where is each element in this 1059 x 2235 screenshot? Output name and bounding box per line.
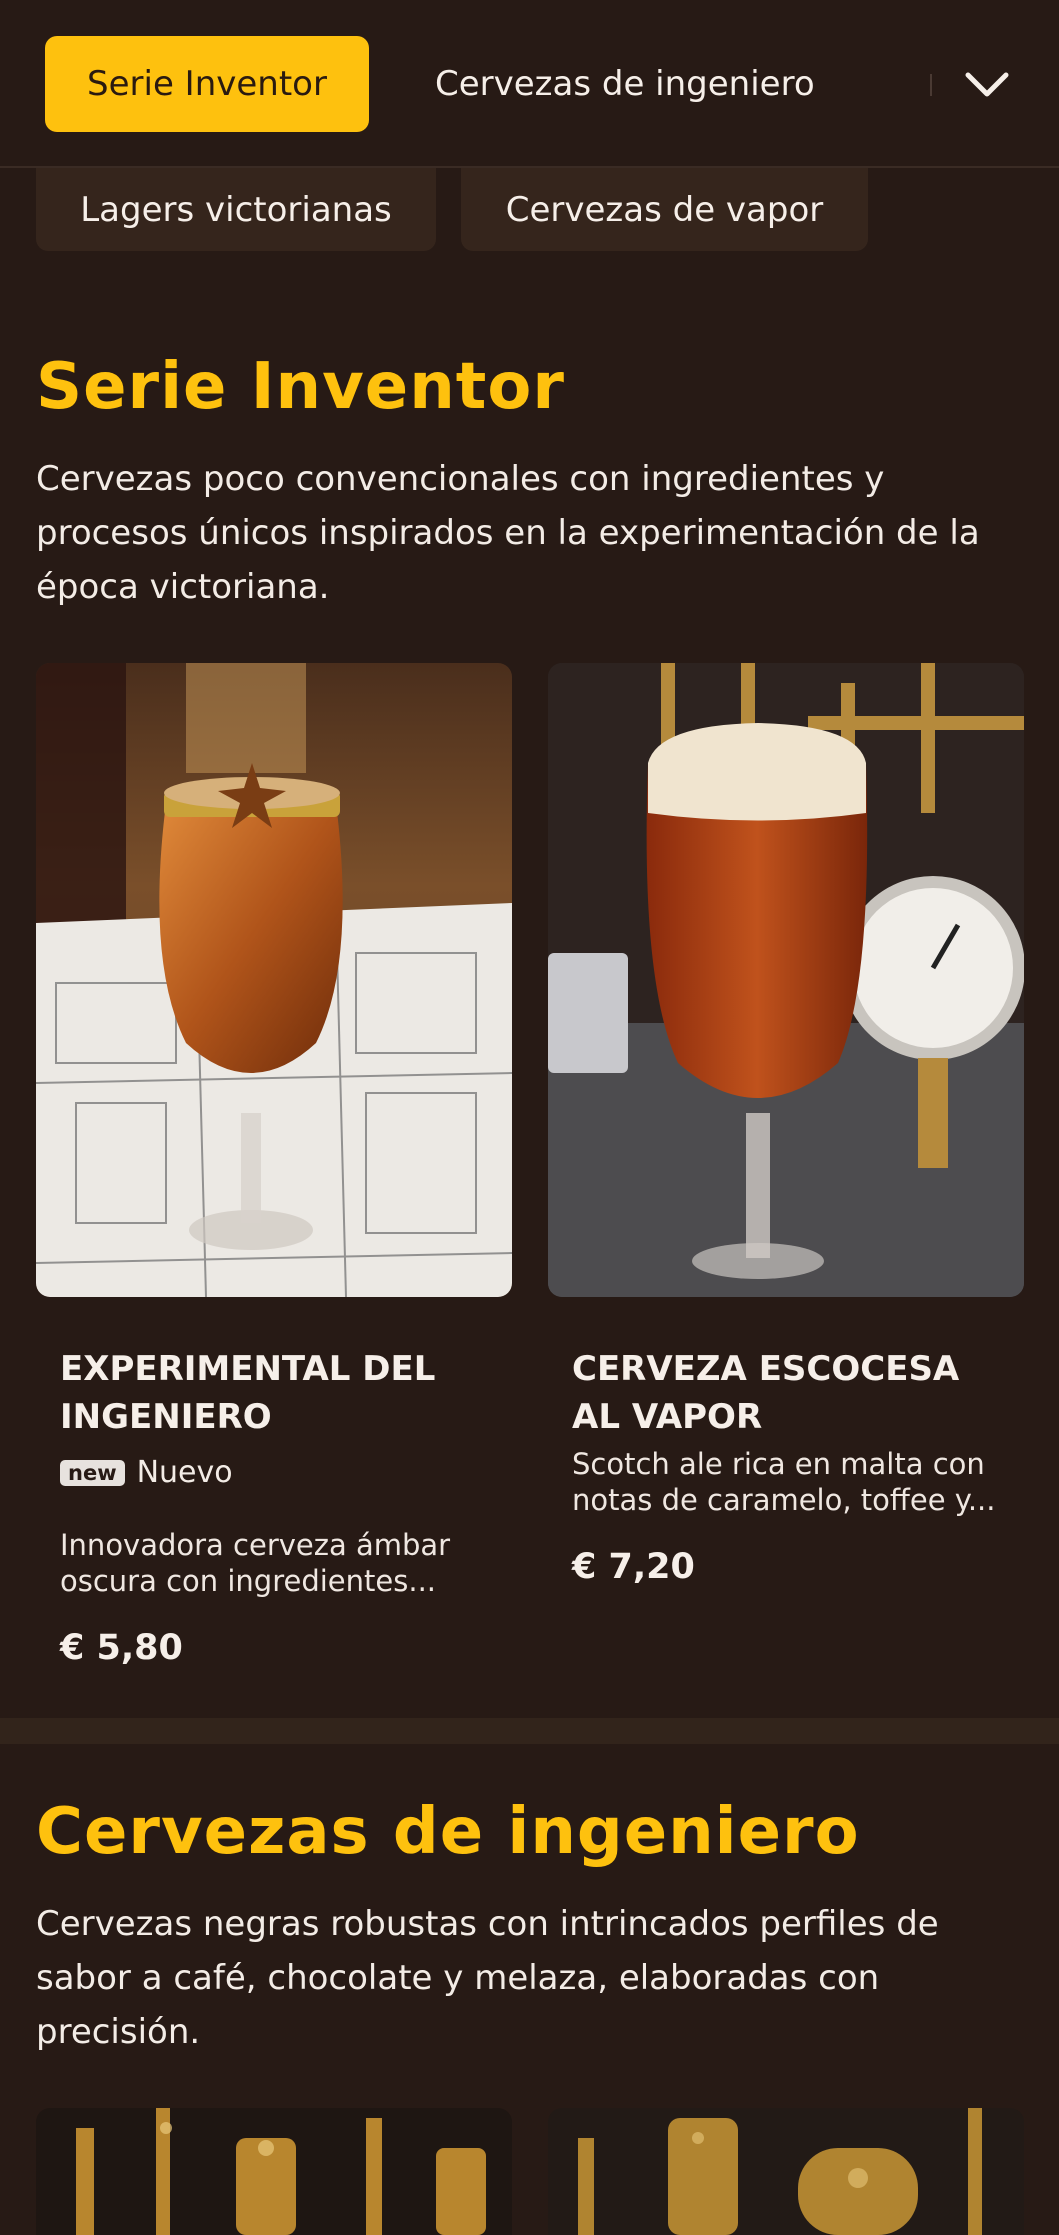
product-image-escocesa[interactable] [548,663,1024,1297]
chip-cervezas-de-vapor[interactable]: Cervezas de vapor [461,168,868,251]
product-image[interactable] [36,2108,512,2235]
new-badge-label: Nuevo [136,1455,233,1490]
new-badge-row: new Nuevo [60,1455,233,1490]
new-badge: new [60,1459,125,1486]
tab-cervezas-de-ingeniero[interactable]: Cervezas de ingeniero [435,36,815,132]
product-title[interactable]: EXPERIMENTAL DEL INGENIERO [60,1345,500,1441]
product-description: Innovadora cerveza ámbar oscura con ingr… [60,1528,451,1598]
product-price: € 5,80 [60,1628,183,1668]
nav-divider [930,74,932,96]
section-title: Cervezas de ingeniero [36,1795,860,1869]
category-nav: Serie Inventor Cervezas de ingeniero [0,0,1059,168]
chip-lagers-victorianas[interactable]: Lagers victorianas [36,168,436,251]
product-price: € 7,20 [572,1547,695,1587]
section-description: Cervezas negras robustas con intrincados… [36,1904,939,2052]
product-image-experimental[interactable] [36,663,512,1297]
section-divider [0,1718,1059,1744]
section-description: Cervezas poco convencionales con ingredi… [36,459,980,607]
product-image[interactable] [548,2108,1024,2235]
product-title[interactable]: CERVEZA ESCOCESA AL VAPOR [572,1345,1012,1441]
tab-serie-inventor[interactable]: Serie Inventor [45,36,369,132]
chevron-down-icon[interactable] [962,60,1012,110]
section-title: Serie Inventor [36,350,565,424]
product-description: Scotch ale rica en malta con notas de ca… [572,1447,996,1517]
